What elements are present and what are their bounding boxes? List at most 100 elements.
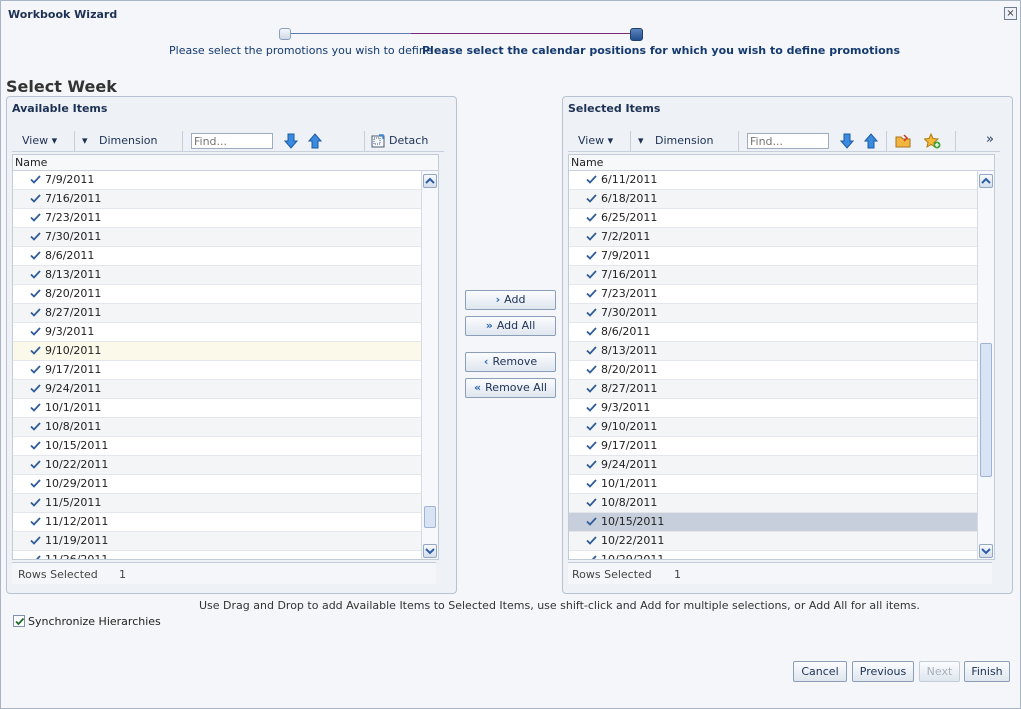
list-item-label: 7/23/2011 — [45, 211, 102, 224]
list-item[interactable]: 9/24/2011 — [569, 456, 977, 475]
list-item[interactable]: 8/20/2011 — [569, 361, 977, 380]
list-item[interactable]: 10/1/2011 — [13, 399, 421, 418]
list-item[interactable]: 11/19/2011 — [13, 532, 421, 551]
list-item[interactable]: 9/17/2011 — [13, 361, 421, 380]
add-button[interactable]: › Add — [465, 290, 556, 310]
column-header-name[interactable]: Name — [13, 155, 438, 171]
list-item[interactable]: 10/15/2011 — [569, 513, 977, 532]
list-item[interactable]: 10/15/2011 — [13, 437, 421, 456]
list-item[interactable]: 10/1/2011 — [569, 475, 977, 494]
synchronize-hierarchies-checkbox[interactable] — [13, 615, 25, 627]
selected-scrollbar[interactable] — [977, 171, 994, 559]
scroll-down-icon[interactable] — [423, 544, 437, 558]
selected-items-panel: Selected Items View ▾ ▾ Dimension Find..… — [562, 96, 1013, 594]
list-item[interactable]: 9/3/2011 — [13, 323, 421, 342]
list-item[interactable]: 7/23/2011 — [569, 285, 977, 304]
arrow-up-icon[interactable] — [864, 133, 878, 149]
scroll-thumb[interactable] — [424, 506, 436, 528]
check-icon — [30, 232, 41, 241]
folder-icon[interactable] — [895, 133, 912, 149]
selected-status-bar: Rows Selected 1 — [568, 562, 992, 584]
scroll-up-icon[interactable] — [423, 174, 437, 188]
list-item[interactable]: 7/23/2011 — [13, 209, 421, 228]
list-item[interactable]: 7/9/2011 — [569, 247, 977, 266]
list-item-label: 10/8/2011 — [45, 420, 102, 433]
list-item[interactable]: 10/22/2011 — [569, 532, 977, 551]
list-item[interactable]: 7/16/2011 — [13, 190, 421, 209]
list-item[interactable]: 9/10/2011 — [569, 418, 977, 437]
chevron-down-icon[interactable]: ▾ — [638, 134, 644, 147]
available-items-rows: 7/9/2011 7/16/2011 7/23/2011 7/30/2011 8/6/2… — [13, 171, 421, 559]
scroll-down-icon[interactable] — [979, 544, 993, 558]
list-item[interactable]: 10/22/2011 — [13, 456, 421, 475]
check-icon — [586, 251, 597, 260]
check-icon — [586, 346, 597, 355]
list-item[interactable]: 10/8/2011 — [13, 418, 421, 437]
find-input[interactable] — [191, 133, 273, 149]
list-item-label: 11/12/2011 — [45, 515, 109, 528]
list-item-label: 10/15/2011 — [601, 515, 665, 528]
arrow-up-icon[interactable] — [308, 133, 322, 149]
list-item[interactable]: 8/6/2011 — [13, 247, 421, 266]
list-item[interactable]: 8/27/2011 — [13, 304, 421, 323]
list-item-label: 9/24/2011 — [601, 458, 658, 471]
previous-button[interactable]: Previous — [852, 661, 914, 682]
list-item[interactable]: 7/2/2011 — [569, 228, 977, 247]
arrow-down-icon[interactable] — [284, 133, 298, 149]
chevron-down-icon[interactable]: ▾ — [82, 134, 88, 147]
synchronize-hierarchies-option[interactable]: Synchronize Hierarchies — [13, 615, 161, 628]
list-item[interactable]: 11/12/2011 — [13, 513, 421, 532]
list-item[interactable]: 8/13/2011 — [13, 266, 421, 285]
list-item[interactable]: 7/30/2011 — [13, 228, 421, 247]
list-item[interactable]: 9/10/2011 — [13, 342, 421, 361]
star-add-icon[interactable] — [924, 133, 941, 149]
list-item[interactable]: 11/26/2011 — [13, 551, 421, 559]
detach-button[interactable]: Detach — [389, 134, 428, 147]
dimension-menu[interactable]: Dimension — [655, 134, 713, 147]
check-icon — [586, 517, 597, 526]
list-item[interactable]: 10/29/2011 — [13, 475, 421, 494]
list-item[interactable]: 7/16/2011 — [569, 266, 977, 285]
list-item[interactable]: 9/24/2011 — [13, 380, 421, 399]
remove-button[interactable]: ‹ Remove — [465, 352, 556, 372]
list-item[interactable]: 6/11/2011 — [569, 171, 977, 190]
available-status-bar: Rows Selected 1 — [12, 562, 436, 584]
close-icon[interactable]: × — [1004, 7, 1017, 20]
add-all-button[interactable]: » Add All — [465, 316, 556, 336]
double-chevron-left-icon: « — [474, 381, 482, 394]
column-header-name[interactable]: Name — [569, 155, 994, 171]
list-item[interactable]: 11/5/2011 — [13, 494, 421, 513]
train-stop-1[interactable] — [279, 28, 291, 40]
check-icon — [30, 346, 41, 355]
next-button[interactable]: Next — [919, 661, 960, 682]
remove-all-button[interactable]: «Remove All — [465, 378, 556, 398]
list-item[interactable]: 9/3/2011 — [569, 399, 977, 418]
view-menu[interactable]: View ▾ — [22, 134, 57, 147]
list-item[interactable]: 7/30/2011 — [569, 304, 977, 323]
list-item[interactable]: 9/17/2011 — [569, 437, 977, 456]
detach-icon[interactable] — [371, 133, 385, 149]
train-step-1-label[interactable]: Please select the promotions you wish to… — [169, 44, 433, 57]
list-item-label: 7/16/2011 — [601, 268, 658, 281]
list-item[interactable]: 7/9/2011 — [13, 171, 421, 190]
arrow-down-icon[interactable] — [840, 133, 854, 149]
available-scrollbar[interactable] — [421, 171, 438, 559]
list-item[interactable]: 8/13/2011 — [569, 342, 977, 361]
list-item[interactable]: 6/18/2011 — [569, 190, 977, 209]
list-item-label: 11/19/2011 — [45, 534, 109, 547]
list-item[interactable]: 6/25/2011 — [569, 209, 977, 228]
check-icon — [30, 251, 41, 260]
scroll-thumb[interactable] — [980, 343, 992, 477]
list-item[interactable]: 8/20/2011 — [13, 285, 421, 304]
scroll-up-icon[interactable] — [979, 174, 993, 188]
list-item[interactable]: 10/8/2011 — [569, 494, 977, 513]
find-input[interactable] — [747, 133, 829, 149]
dimension-menu[interactable]: Dimension — [99, 134, 157, 147]
view-menu[interactable]: View ▾ — [578, 134, 613, 147]
list-item[interactable]: 8/6/2011 — [569, 323, 977, 342]
finish-button[interactable]: Finish — [964, 661, 1010, 682]
list-item[interactable]: 10/29/2011 — [569, 551, 977, 559]
more-toolbar-icon[interactable]: » — [986, 132, 994, 147]
cancel-button[interactable]: Cancel — [793, 661, 847, 682]
list-item[interactable]: 8/27/2011 — [569, 380, 977, 399]
